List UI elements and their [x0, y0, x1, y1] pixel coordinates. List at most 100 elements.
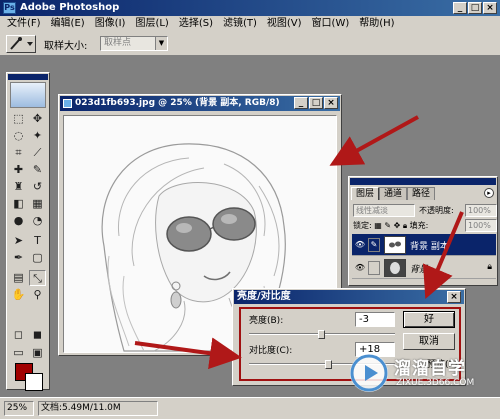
- history-brush-icon[interactable]: ↺: [29, 179, 46, 195]
- crop-tool-icon[interactable]: ⌗: [10, 145, 27, 161]
- app-title: Adobe Photoshop: [20, 2, 120, 13]
- close-icon[interactable]: ×: [483, 2, 497, 14]
- brightness-input[interactable]: -3: [355, 312, 395, 327]
- menu-edit[interactable]: 编辑(E): [46, 17, 90, 31]
- eyedropper-tool-icon[interactable]: ⤡: [29, 270, 46, 286]
- brush-tool-icon[interactable]: ✎: [29, 162, 46, 178]
- watermark-name: 溜溜自学: [394, 359, 466, 379]
- panel-menu-icon[interactable]: ▸: [484, 188, 494, 198]
- close-icon[interactable]: ×: [447, 291, 461, 303]
- watermark-url: ZIXUE.3D66.COM: [396, 378, 475, 388]
- contrast-slider-thumb[interactable]: [325, 360, 332, 369]
- layer-name: 背景 副本: [410, 242, 449, 252]
- layer-row-background[interactable]: 👁︎ 背景 🔒︎: [352, 257, 496, 279]
- sample-size-select[interactable]: 取样点 ▼: [100, 36, 168, 51]
- zoom-field[interactable]: 25%: [4, 401, 34, 416]
- toolbox: ⬚ ✥ ◌ ✦ ⌗ ⟋ ✚ ✎ ♜ ↺ ◧ ▦ ● ◔ ➤ T ✒ ▢ ▤ ⤡ …: [6, 72, 50, 391]
- lock-label: 锁定:: [353, 221, 372, 230]
- fill-field[interactable]: 100%: [465, 219, 497, 232]
- minimize-icon[interactable]: _: [453, 2, 467, 14]
- tab-paths[interactable]: 路径: [407, 187, 436, 200]
- opacity-field[interactable]: 100%: [465, 204, 497, 217]
- layer-row-background-copy[interactable]: 👁︎ ✎ 背景 副本: [352, 234, 496, 256]
- layers-panel: 图层 通道 路径 ▸ 线性减淡 不透明度: 100% 锁定: ▦ ✎ ✥ 🔒︎ …: [348, 176, 498, 286]
- options-bar: 取样大小: 取样点 ▼: [0, 32, 500, 56]
- menu-filter[interactable]: 滤镜(T): [218, 17, 262, 31]
- pen-tool-icon[interactable]: ✒: [10, 250, 27, 266]
- lasso-tool-icon[interactable]: ◌: [10, 128, 27, 144]
- layers-panel-header[interactable]: [350, 178, 496, 185]
- lock-all-icon[interactable]: 🔒︎: [403, 221, 407, 230]
- eye-icon[interactable]: 👁︎: [354, 263, 366, 273]
- brightness-label: 亮度(B):: [249, 316, 284, 326]
- brush-icon[interactable]: ✎: [368, 238, 380, 252]
- document-title: 023d1fb693.jpg @ 25% (背景 副本, RGB/8): [75, 98, 280, 108]
- healing-brush-icon[interactable]: ✚: [10, 162, 27, 178]
- tab-channels[interactable]: 通道: [379, 187, 408, 200]
- chevron-down-icon: ▼: [155, 37, 167, 50]
- ok-button[interactable]: 好: [403, 311, 455, 328]
- dialog-title-bar[interactable]: 亮度/对比度 ×: [234, 290, 464, 304]
- layer-name: 背景: [410, 265, 429, 275]
- zoom-tool-icon[interactable]: ⚲: [29, 287, 46, 303]
- tool-preset-picker[interactable]: [6, 35, 36, 53]
- maximize-icon[interactable]: □: [468, 2, 482, 14]
- doc-close-icon[interactable]: ×: [324, 97, 338, 109]
- status-bar: 25% 文档:5.49M/11.0M: [0, 397, 500, 419]
- lock-row: 锁定: ▦ ✎ ✥ 🔒︎ 填充:: [353, 220, 428, 231]
- lock-brush-icon[interactable]: ✎: [384, 221, 391, 230]
- eyedropper-icon: [10, 37, 33, 50]
- full-screen-icon[interactable]: ▣: [29, 345, 46, 361]
- toolbox-header: [8, 74, 48, 80]
- layer-thumbnail: [384, 236, 406, 254]
- document-info[interactable]: 文档:5.49M/11.0M: [38, 401, 158, 416]
- app-title-bar: Ps Adobe Photoshop _ □ ×: [0, 0, 500, 16]
- hand-tool-icon[interactable]: ✋: [10, 287, 27, 303]
- menu-image[interactable]: 图像(I): [90, 17, 131, 31]
- clone-stamp-icon[interactable]: ♜: [10, 179, 27, 195]
- brightness-slider[interactable]: [249, 330, 395, 339]
- magic-wand-tool-icon[interactable]: ✦: [29, 128, 46, 144]
- menu-view[interactable]: 视图(V): [262, 17, 307, 31]
- doc-maximize-icon[interactable]: □: [309, 97, 323, 109]
- fill-label: 填充:: [409, 221, 429, 230]
- marquee-tool-icon[interactable]: ⬚: [10, 111, 27, 127]
- eraser-tool-icon[interactable]: ◧: [10, 196, 27, 212]
- shape-tool-icon[interactable]: ▢: [29, 250, 46, 266]
- cancel-button[interactable]: 取消: [403, 333, 455, 350]
- slice-tool-icon[interactable]: ⟋: [29, 145, 46, 161]
- lock-transparency-icon[interactable]: ▦: [374, 221, 382, 230]
- feather-logo-icon: [10, 82, 46, 108]
- type-tool-icon[interactable]: T: [29, 233, 46, 249]
- lock-icon: 🔒︎: [487, 262, 492, 272]
- photoshop-logo-icon: Ps: [3, 2, 16, 14]
- menu-help[interactable]: 帮助(H): [354, 17, 399, 31]
- background-color-swatch[interactable]: [25, 373, 43, 391]
- doc-minimize-icon[interactable]: _: [294, 97, 308, 109]
- menu-select[interactable]: 选择(S): [174, 17, 218, 31]
- standard-mode-icon[interactable]: ◻: [10, 327, 27, 343]
- quick-mask-icon[interactable]: ◼: [29, 327, 46, 343]
- eye-icon[interactable]: 👁︎: [354, 240, 366, 250]
- sample-size-label: 取样大小:: [44, 41, 88, 52]
- dodge-tool-icon[interactable]: ◔: [29, 213, 46, 229]
- sample-size-value: 取样点: [104, 38, 132, 48]
- document-title-bar[interactable]: 023d1fb693.jpg @ 25% (背景 副本, RGB/8) _ □ …: [60, 96, 340, 111]
- brightness-slider-thumb[interactable]: [318, 330, 325, 339]
- blur-tool-icon[interactable]: ●: [10, 213, 27, 229]
- link-slot-icon[interactable]: [368, 261, 380, 275]
- lock-move-icon[interactable]: ✥: [394, 221, 401, 230]
- blend-mode-select[interactable]: 线性减淡: [353, 204, 415, 217]
- menu-layer[interactable]: 图层(L): [130, 17, 173, 31]
- document-icon: [63, 99, 72, 108]
- menu-window[interactable]: 窗口(W): [307, 17, 355, 31]
- watermark: 溜溜自学 ZIXUE.3D66.COM: [350, 352, 500, 396]
- screen-mode-icon[interactable]: ▭: [10, 345, 27, 361]
- move-tool-icon[interactable]: ✥: [29, 111, 46, 127]
- notes-tool-icon[interactable]: ▤: [10, 270, 27, 286]
- path-select-icon[interactable]: ➤: [10, 233, 27, 249]
- gradient-tool-icon[interactable]: ▦: [29, 196, 46, 212]
- tab-layers[interactable]: 图层: [351, 187, 380, 200]
- layer-thumbnail: [384, 259, 406, 277]
- menu-file[interactable]: 文件(F): [2, 17, 46, 31]
